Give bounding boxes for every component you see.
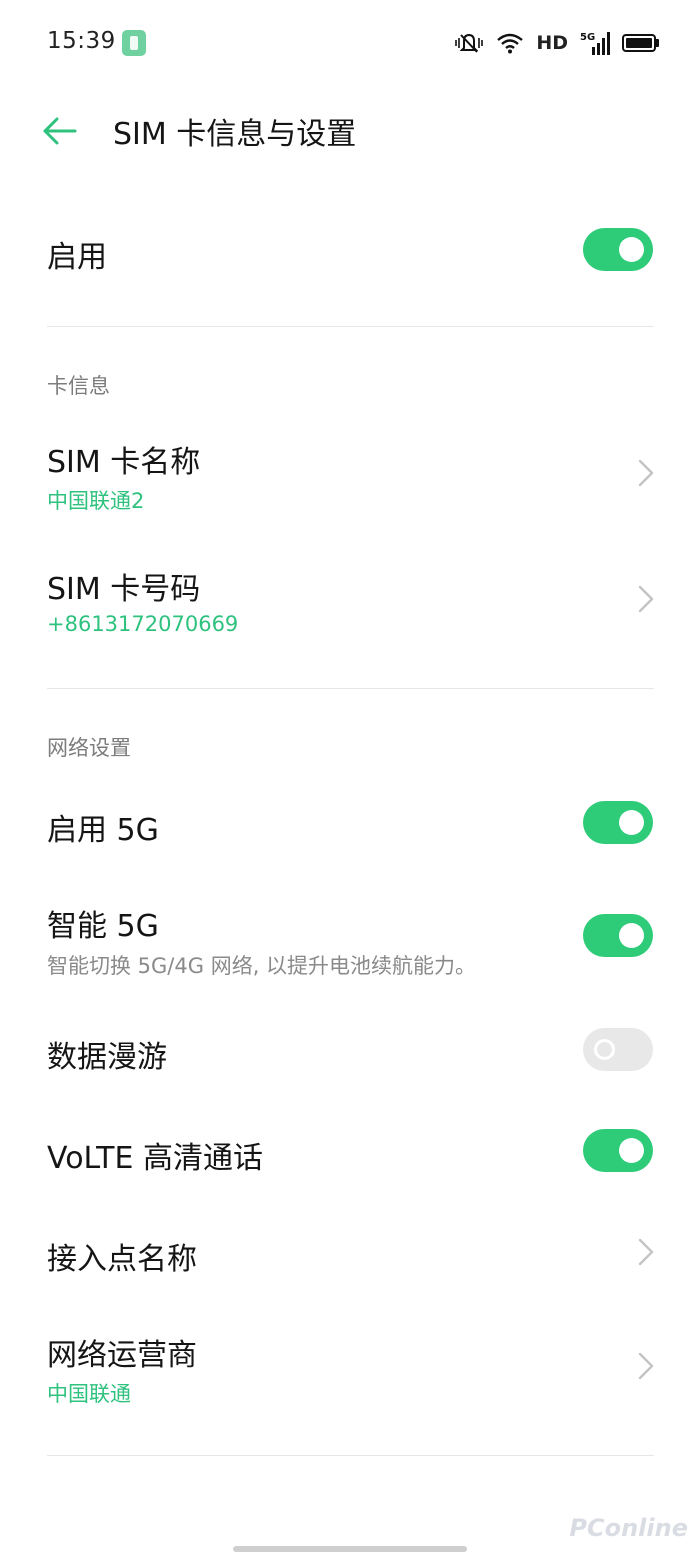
battery-icon <box>622 34 659 52</box>
chevron-right-icon <box>638 1238 654 1266</box>
enable-toggle[interactable] <box>583 228 653 271</box>
back-button[interactable] <box>40 111 80 151</box>
operator-label: 网络运营商 <box>47 1338 197 1373</box>
smart-5g-description: 智能切换 5G/4G 网络, 以提升电池续航能力。 <box>47 954 477 978</box>
app-header: SIM 卡信息与设置 <box>0 96 700 166</box>
signal-icon: 5G <box>580 32 610 55</box>
page-title: SIM 卡信息与设置 <box>113 117 357 152</box>
chevron-right-icon <box>638 585 654 613</box>
smart-5g-toggle[interactable] <box>583 914 653 957</box>
smart-5g-label: 智能 5G <box>47 909 159 944</box>
volte-label: VoLTE 高清通话 <box>47 1141 263 1176</box>
apn-row[interactable]: 接入点名称 <box>0 1205 700 1305</box>
sim-number-row[interactable]: SIM 卡号码 +8613172070669 <box>0 552 700 662</box>
enable-5g-row[interactable]: 启用 5G <box>0 775 700 875</box>
home-indicator[interactable] <box>233 1546 467 1552</box>
sim-name-row[interactable]: SIM 卡名称 中国联通2 <box>0 425 700 535</box>
volte-row[interactable]: VoLTE 高清通话 <box>0 1105 700 1205</box>
data-roaming-label: 数据漫游 <box>47 1040 167 1075</box>
divider <box>47 688 654 689</box>
sim-number-label: SIM 卡号码 <box>47 572 201 607</box>
chevron-right-icon <box>638 459 654 487</box>
smart-5g-row[interactable]: 智能 5G 智能切换 5G/4G 网络, 以提升电池续航能力。 <box>0 890 700 1000</box>
section-label-network: 网络设置 <box>47 736 131 760</box>
data-roaming-toggle[interactable] <box>583 1028 653 1071</box>
sim-name-label: SIM 卡名称 <box>47 445 201 480</box>
divider <box>47 1455 654 1456</box>
arrow-left-icon <box>43 117 77 145</box>
network-type-label: 5G <box>580 32 595 43</box>
status-time: 15:39 <box>47 28 116 54</box>
operator-row[interactable]: 网络运营商 中国联通 <box>0 1320 700 1430</box>
enable-row[interactable]: 启用 <box>0 200 700 300</box>
wifi-icon <box>497 33 524 54</box>
sim-number-value: +8613172070669 <box>47 612 239 636</box>
status-icons: HD 5G <box>454 28 659 58</box>
divider <box>47 326 654 327</box>
volte-toggle[interactable] <box>583 1129 653 1172</box>
enable-label: 启用 <box>47 240 107 275</box>
data-roaming-row[interactable]: 数据漫游 <box>0 1005 700 1105</box>
sim-app-icon <box>122 30 146 56</box>
hd-label: HD <box>536 32 568 54</box>
chevron-right-icon <box>638 1352 654 1380</box>
operator-value: 中国联通 <box>47 1382 131 1406</box>
watermark: PConline <box>569 1514 688 1542</box>
apn-label: 接入点名称 <box>47 1242 197 1277</box>
sim-name-value: 中国联通2 <box>47 489 145 513</box>
section-label-card-info: 卡信息 <box>47 374 110 398</box>
enable-5g-toggle[interactable] <box>583 801 653 844</box>
status-bar: 15:39 HD 5G <box>0 0 700 86</box>
enable-5g-label: 启用 5G <box>47 813 159 848</box>
mute-bell-icon <box>455 33 484 53</box>
